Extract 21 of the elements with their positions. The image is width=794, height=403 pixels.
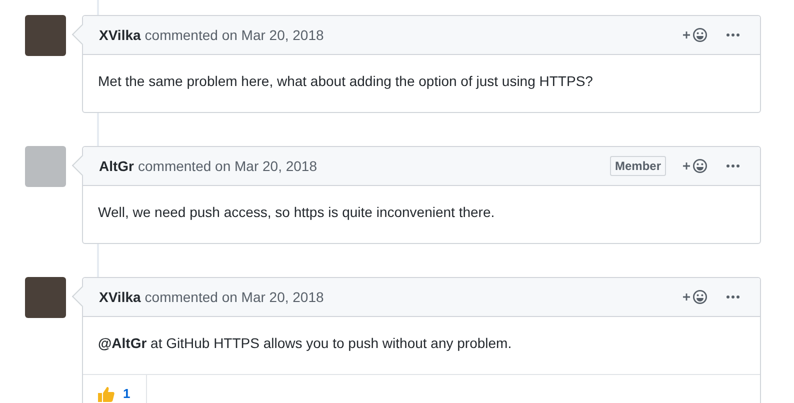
add-reaction-icon: [682, 27, 708, 43]
comment-timestamp: commented on Mar 20, 2018: [138, 158, 317, 174]
comment-body: Well, we need push access, so https is quite inconvenient there.: [97, 203, 496, 222]
author-link[interactable]: XVilka: [99, 27, 141, 43]
add-reaction-icon: [682, 158, 708, 174]
comment-timestamp: commented on Mar 20, 2018: [144, 289, 324, 305]
add-reaction-icon: [682, 289, 708, 305]
avatar-placeholder: [25, 277, 66, 318]
member-badge: Member: [610, 156, 666, 176]
more-options-icon: [726, 295, 740, 299]
more-options-icon: [726, 33, 740, 37]
avatar-placeholder: [25, 146, 66, 187]
mention-link[interactable]: @AltGr: [98, 335, 147, 351]
author-link[interactable]: AltGr: [99, 158, 134, 174]
comment-body: @AltGr at GitHub HTTPS allows you to push without any problem.: [97, 334, 513, 353]
thumbs-up-icon: [97, 384, 115, 402]
comment-timestamp: commented on Mar 20, 2018: [144, 27, 324, 43]
more-options-icon: [726, 164, 740, 168]
avatar-placeholder: [25, 15, 66, 56]
comment-body: Met the same problem here, what about adding the option of just using HTTPS?: [97, 72, 594, 91]
author-link[interactable]: XVilka: [99, 289, 141, 305]
